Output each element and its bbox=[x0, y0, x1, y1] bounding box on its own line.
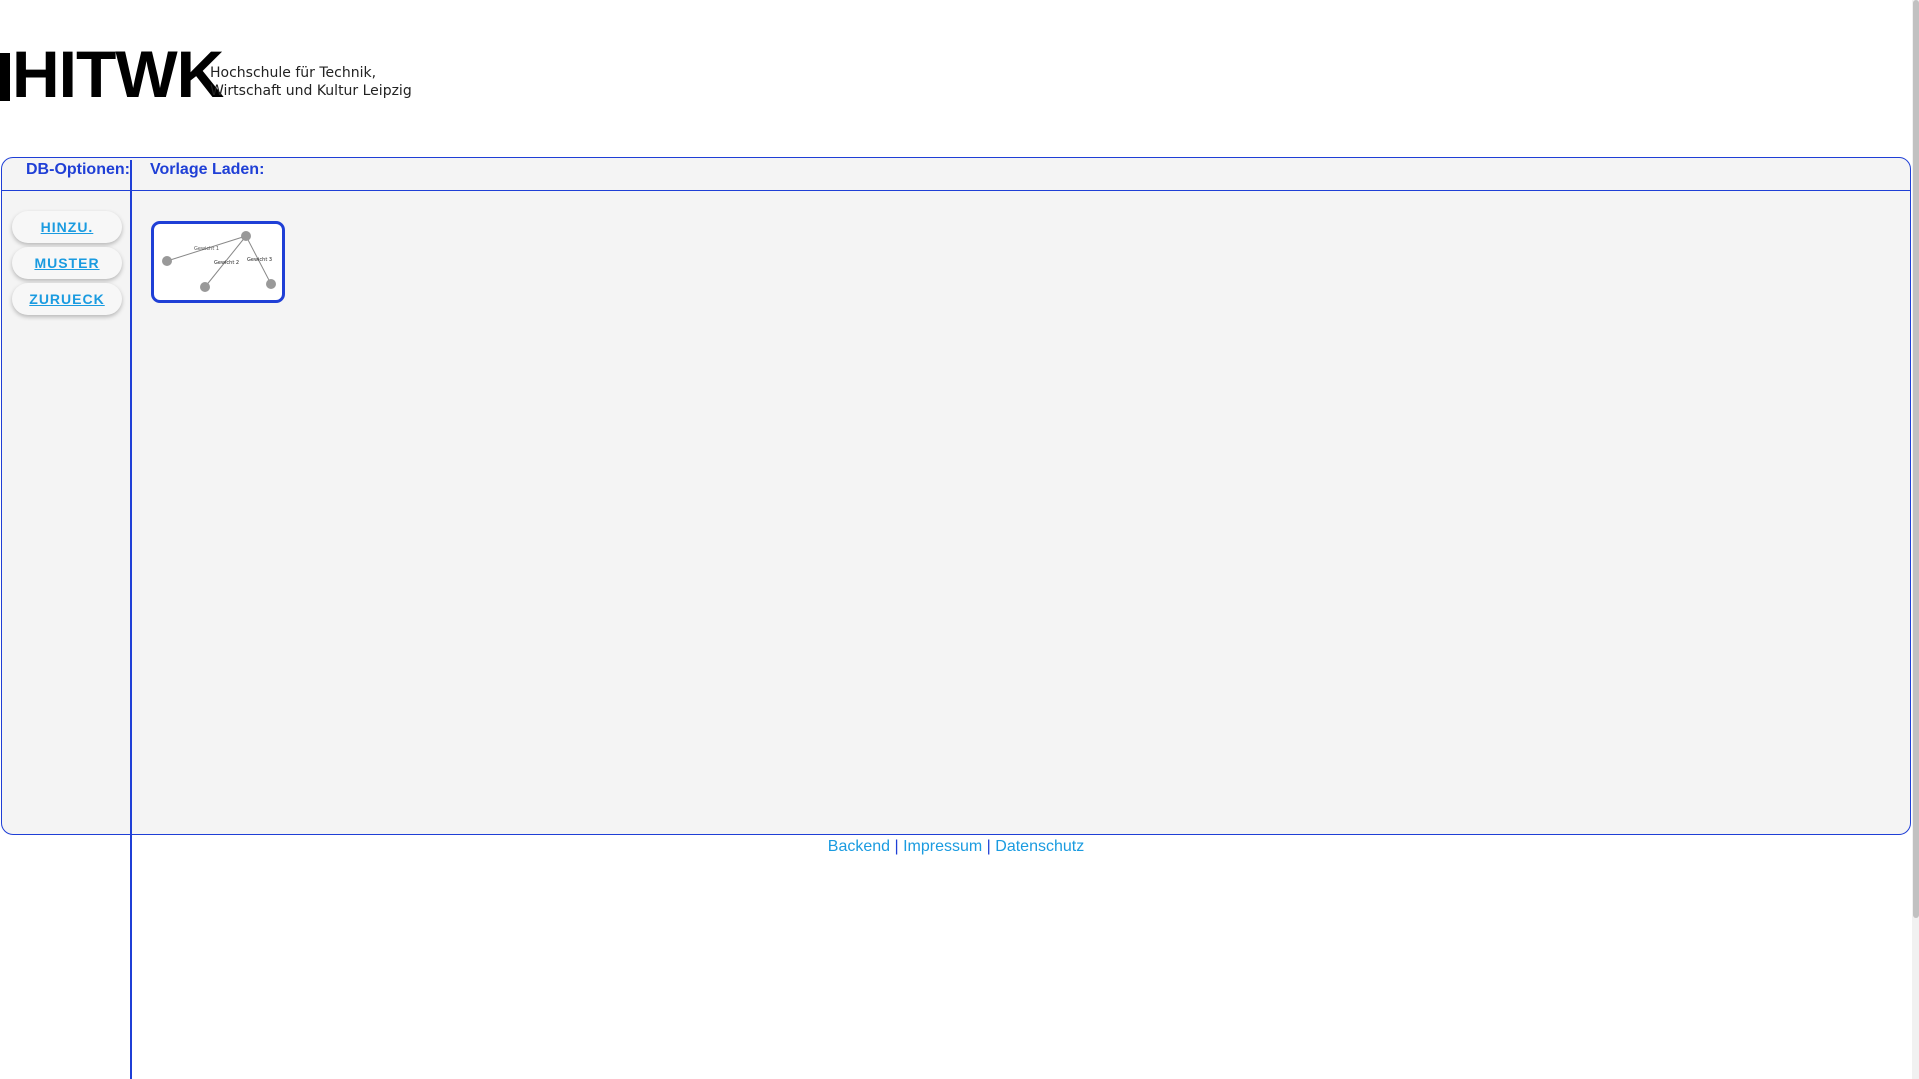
edge-label: Gewicht 3 bbox=[247, 257, 272, 263]
back-button[interactable]: ZURUECK bbox=[12, 283, 122, 315]
logo-mark-text: HITWK bbox=[12, 37, 224, 111]
edge-label: Gewicht 1 bbox=[194, 246, 219, 252]
graph-thumbnail: Gewicht 1 Gewicht 2 Gewicht 3 bbox=[162, 231, 276, 292]
logo-subtitle: Hochschule für Technik, Wirtschaft und K… bbox=[210, 64, 470, 100]
pattern-button[interactable]: MUSTER bbox=[12, 247, 122, 279]
graph-node bbox=[241, 231, 251, 241]
logo-subtitle-line1: Hochschule für Technik, bbox=[210, 65, 377, 81]
graph-node bbox=[200, 282, 210, 292]
footer: Backend | Impressum | Datenschutz bbox=[0, 838, 1912, 856]
datenschutz-link[interactable]: Datenschutz bbox=[995, 838, 1084, 855]
load-template-label: Vorlage Laden: bbox=[150, 161, 265, 178]
logo-wordmark: HITWK bbox=[0, 41, 224, 107]
impressum-link[interactable]: Impressum bbox=[903, 838, 982, 855]
backend-link[interactable]: Backend bbox=[828, 838, 890, 855]
scrollbar-thumb[interactable] bbox=[1913, 0, 1919, 918]
graph-node bbox=[162, 256, 172, 266]
sidebar-divider bbox=[130, 160, 132, 1079]
footer-separator: | bbox=[986, 838, 991, 855]
db-options-label: DB-Optionen: bbox=[26, 161, 130, 178]
panel-header: DB-Optionen: Vorlage Laden: bbox=[2, 158, 1910, 191]
template-card[interactable]: Gewicht 1 Gewicht 2 Gewicht 3 bbox=[151, 221, 285, 303]
footer-separator: | bbox=[894, 838, 899, 855]
edge-label: Gewicht 2 bbox=[214, 260, 239, 266]
logo-subtitle-line2: Wirtschaft und Kultur Leipzig bbox=[210, 83, 412, 99]
vertical-scrollbar[interactable] bbox=[1912, 0, 1919, 1079]
main-panel: DB-Optionen: Vorlage Laden: HINZU. MUSTE… bbox=[1, 157, 1911, 835]
add-button[interactable]: HINZU. bbox=[12, 211, 122, 243]
graph-node bbox=[266, 279, 276, 289]
